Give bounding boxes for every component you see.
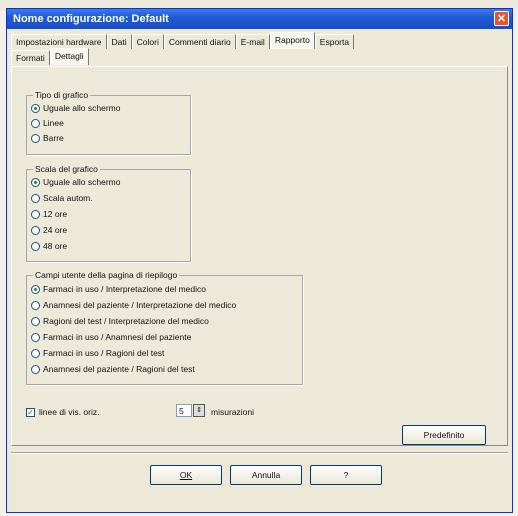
radio-icon[interactable] <box>31 364 40 374</box>
window-title: Nome configurazione: Default <box>13 13 169 25</box>
tab-dettagli[interactable]: Dettagli <box>49 48 89 65</box>
tab-rapporto[interactable]: Rapporto <box>269 32 315 49</box>
tab-dati[interactable]: Dati <box>106 34 132 49</box>
tab-panel-dettagli: Tipo di grafico Uguale allo schermo Line… <box>11 66 508 446</box>
radio-scala-uguale[interactable]: Uguale allo schermo <box>31 176 120 188</box>
group-tipo-grafico: Tipo di grafico Uguale allo schermo Line… <box>26 90 191 155</box>
group-label-campi-utente: Campi utente della pagina di riepilogo <box>33 270 180 280</box>
annulla-button[interactable]: Annulla <box>230 465 302 485</box>
radio-tipo-barre[interactable]: Barre <box>31 132 64 144</box>
radio-icon[interactable] <box>31 241 40 251</box>
misurazioni-label: misurazioni <box>211 407 254 417</box>
tab-row-main: Impostazioni hardware Dati Colori Commen… <box>11 32 355 49</box>
tab-email[interactable]: E-mail <box>235 34 270 49</box>
radio-icon[interactable] <box>31 133 40 143</box>
radio-icon[interactable] <box>31 118 40 128</box>
predefinito-button[interactable]: Predefinito <box>402 425 486 445</box>
tab-row-sub: Formati Dettagli <box>11 48 89 65</box>
group-label-scala-grafico: Scala del grafico <box>33 164 100 174</box>
radio-campi-6[interactable]: Anamnesi del paziente / Ragioni del test <box>31 363 195 375</box>
group-label-tipo-grafico: Tipo di grafico <box>33 90 91 100</box>
tab-colori[interactable]: Colori <box>131 34 164 49</box>
radio-scala-24ore[interactable]: 24 ore <box>31 224 67 236</box>
help-button[interactable]: ? <box>310 465 382 485</box>
radio-scala-12ore[interactable]: 12 ore <box>31 208 67 220</box>
tab-impostazioni-hardware[interactable]: Impostazioni hardware <box>11 34 107 49</box>
radio-scala-48ore[interactable]: 48 ore <box>31 240 67 252</box>
radio-icon[interactable] <box>31 300 40 310</box>
group-campi-utente: Campi utente della pagina di riepilogo F… <box>26 270 303 385</box>
tab-commenti-diario[interactable]: Commenti diario <box>163 34 236 49</box>
radio-tipo-uguale[interactable]: Uguale allo schermo <box>31 102 120 114</box>
radio-icon[interactable] <box>31 348 40 358</box>
radio-icon[interactable] <box>31 193 40 203</box>
linee-checkbox-label: linee di vis. oriz. <box>39 407 100 417</box>
radio-icon[interactable] <box>31 225 40 235</box>
misurazioni-spinner[interactable]: ⇕ <box>193 404 205 417</box>
title-bar[interactable]: Nome configurazione: Default ✕ <box>7 9 512 29</box>
tab-esporta[interactable]: Esporta <box>314 34 355 49</box>
radio-tipo-linee[interactable]: Linee <box>31 117 64 129</box>
misurazioni-input[interactable]: 5 <box>176 404 192 417</box>
ok-button[interactable]: OK <box>150 465 222 485</box>
radio-icon[interactable] <box>31 316 40 326</box>
radio-campi-3[interactable]: Ragioni del test / Interpretazione del m… <box>31 315 209 327</box>
radio-campi-4[interactable]: Farmaci in uso / Anamnesi del paziente <box>31 331 191 343</box>
tab-formati[interactable]: Formati <box>11 50 50 65</box>
radio-campi-2[interactable]: Anamnesi del paziente / Interpretazione … <box>31 299 236 311</box>
radio-selected-icon[interactable] <box>31 103 40 113</box>
radio-selected-icon[interactable] <box>31 284 40 294</box>
group-scala-grafico: Scala del grafico Uguale allo schermo Sc… <box>26 164 191 262</box>
radio-campi-5[interactable]: Farmaci in uso / Ragioni del test <box>31 347 164 359</box>
radio-scala-autom[interactable]: Scala autom. <box>31 192 93 204</box>
radio-icon[interactable] <box>31 332 40 342</box>
checkbox-checked-icon[interactable]: ✓ <box>26 407 35 417</box>
close-button[interactable]: ✕ <box>494 11 509 26</box>
config-dialog: Nome configurazione: Default ✕ Impostazi… <box>6 8 513 513</box>
linee-checkbox-row[interactable]: ✓ linee di vis. oriz. <box>26 407 99 417</box>
radio-selected-icon[interactable] <box>31 177 40 187</box>
separator <box>11 452 508 454</box>
radio-campi-1[interactable]: Farmaci in uso / Interpretazione del med… <box>31 283 206 295</box>
radio-icon[interactable] <box>31 209 40 219</box>
